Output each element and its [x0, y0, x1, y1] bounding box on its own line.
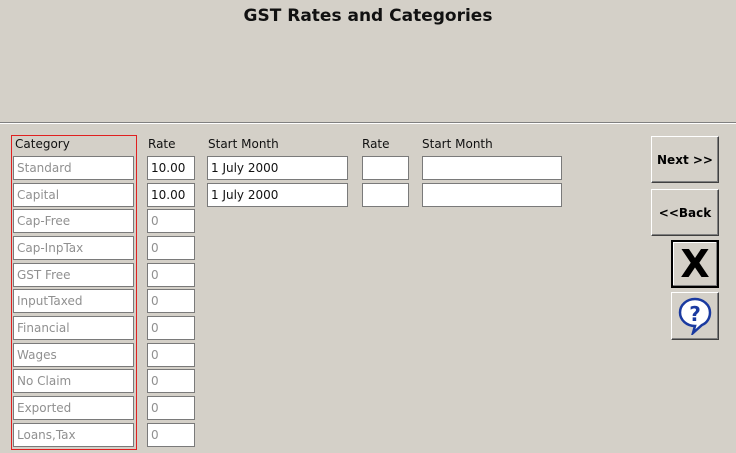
page-title: GST Rates and Categories: [243, 6, 493, 26]
start-month-field[interactable]: 1 July 2000: [207, 183, 348, 207]
header-divider: [0, 122, 736, 124]
start-month2-field[interactable]: [422, 183, 562, 207]
rate-header: Rate: [148, 137, 176, 151]
category-field[interactable]: Loans,Tax: [13, 423, 134, 447]
close-x-icon: X: [680, 242, 710, 286]
start-month2-field[interactable]: [422, 156, 562, 180]
rate-field[interactable]: 0: [147, 316, 195, 340]
help-question-icon: ?: [678, 297, 712, 335]
back-button-label: <<Back: [658, 205, 712, 220]
svg-text:?: ?: [689, 302, 701, 326]
back-button[interactable]: <<Back: [651, 189, 719, 236]
start-month-header: Start Month: [208, 137, 279, 151]
start-month2-header: Start Month: [422, 137, 493, 151]
next-button[interactable]: Next >>: [651, 136, 719, 183]
category-field[interactable]: Cap-Free: [13, 209, 134, 233]
rate-field[interactable]: 0: [147, 263, 195, 287]
rate2-field[interactable]: [362, 156, 409, 180]
start-month-field[interactable]: 1 July 2000: [207, 156, 348, 180]
category-field[interactable]: Exported: [13, 396, 134, 420]
category-field[interactable]: Standard: [13, 156, 134, 180]
category-field[interactable]: InputTaxed: [13, 289, 134, 313]
rate-field[interactable]: 0: [147, 289, 195, 313]
rate2-header: Rate: [362, 137, 390, 151]
rate-field[interactable]: 0: [147, 396, 195, 420]
rate-field[interactable]: 0: [147, 236, 195, 260]
rate2-field[interactable]: [362, 183, 409, 207]
rate-field[interactable]: 0: [147, 423, 195, 447]
category-field[interactable]: No Claim: [13, 369, 134, 393]
rate-field[interactable]: 0: [147, 209, 195, 233]
category-field[interactable]: Capital: [13, 183, 134, 207]
close-button[interactable]: X: [671, 240, 719, 288]
category-field[interactable]: Wages: [13, 343, 134, 367]
rate-field[interactable]: 0: [147, 369, 195, 393]
category-field[interactable]: Cap-InpTax: [13, 236, 134, 260]
category-field[interactable]: Financial: [13, 316, 134, 340]
next-button-label: Next >>: [657, 152, 713, 167]
rate-field[interactable]: 10.00: [147, 183, 195, 207]
rate-field[interactable]: 0: [147, 343, 195, 367]
category-field[interactable]: GST Free: [13, 263, 134, 287]
rate-field[interactable]: 10.00: [147, 156, 195, 180]
help-button[interactable]: ?: [671, 292, 719, 340]
